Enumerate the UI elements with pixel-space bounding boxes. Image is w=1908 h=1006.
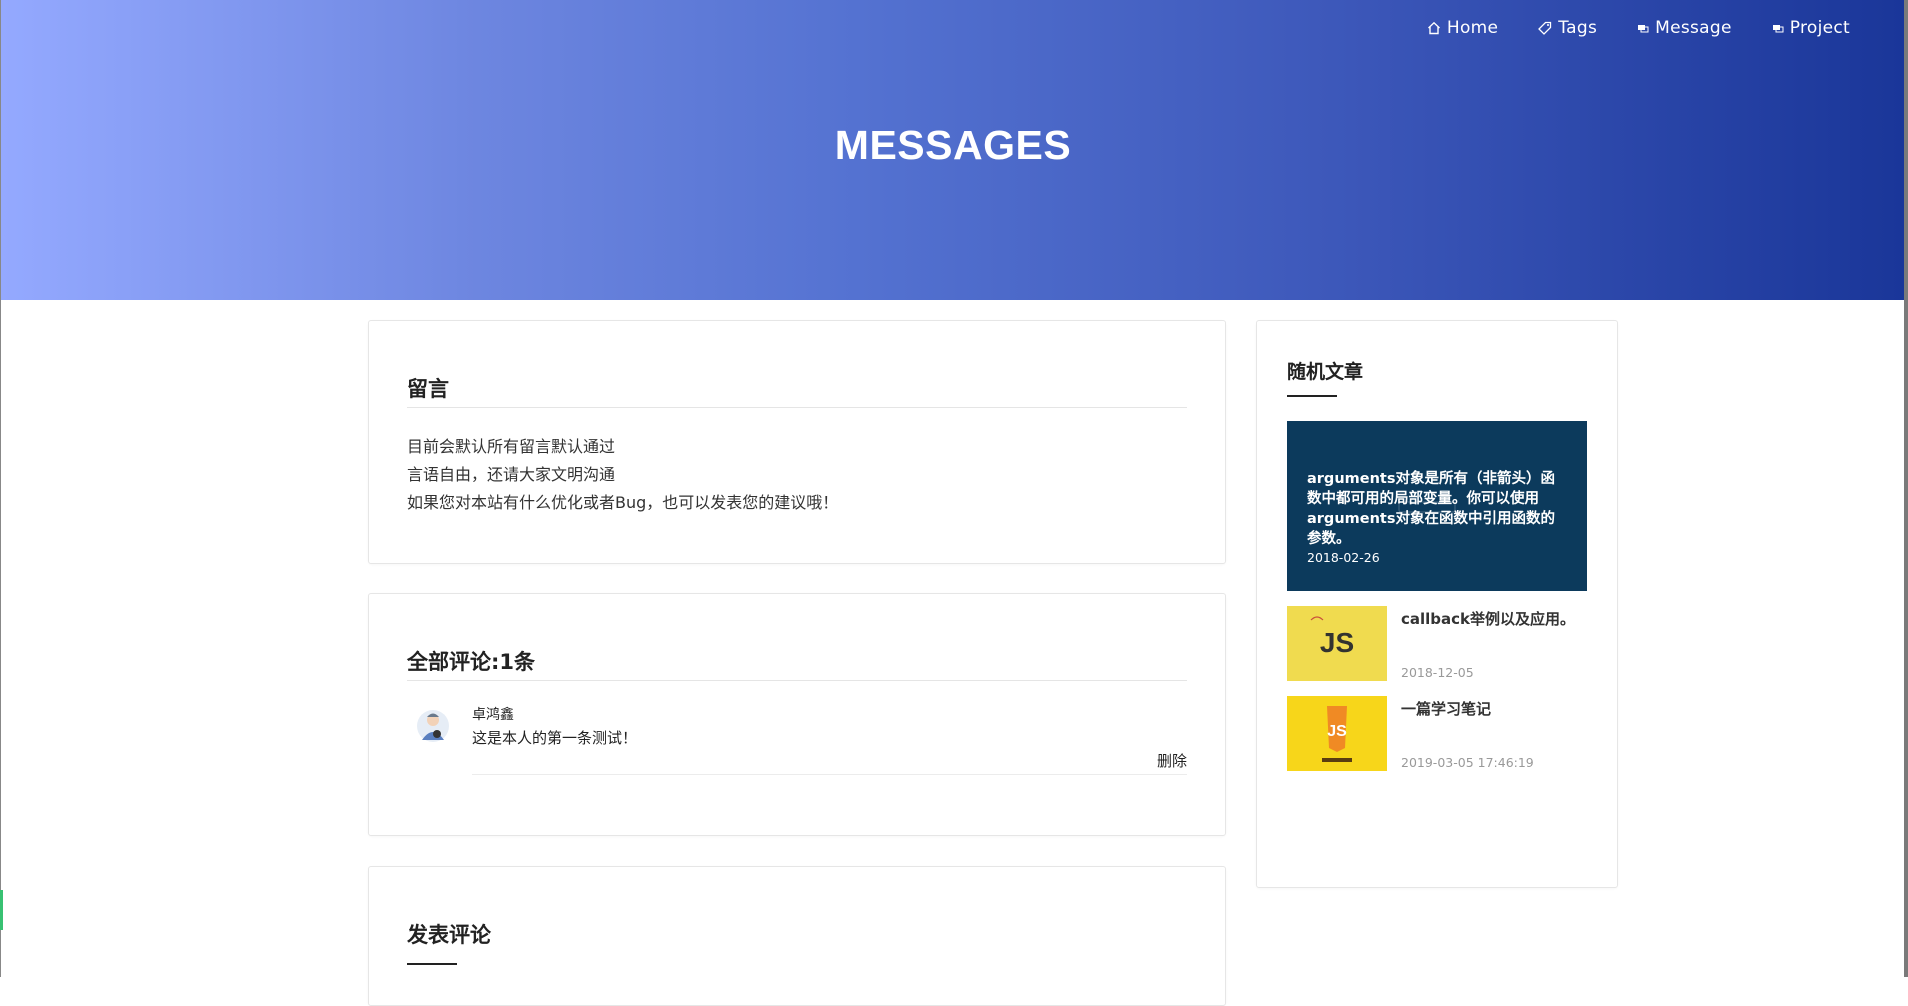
compose-title-underline — [407, 963, 457, 965]
sidebar-title: 随机文章 — [1287, 361, 1364, 383]
header-banner: Home Tags Message Project MESSAGES — [1, 0, 1905, 300]
js-shield-thumbnail-icon: JS — [1287, 696, 1387, 771]
project-icon — [1772, 25, 1784, 33]
tag-icon — [1538, 21, 1552, 35]
comment-divider — [472, 774, 1187, 775]
random-post-item[interactable]: JS callback举例以及应用。 2018-12-05 — [1287, 606, 1587, 682]
delete-comment-button[interactable]: 删除 — [1157, 750, 1187, 771]
random-post-title[interactable]: 一篇学习笔记 — [1401, 698, 1587, 719]
comments-divider — [407, 680, 1187, 681]
nav-tags[interactable]: Tags — [1538, 18, 1597, 38]
nav-tags-label: Tags — [1558, 18, 1598, 38]
nav-home[interactable]: Home — [1427, 18, 1498, 38]
notice-line: 言语自由，还请大家文明沟通 — [407, 465, 616, 484]
top-nav: Home Tags Message Project — [1427, 18, 1850, 38]
compose-card: 发表评论 — [368, 866, 1226, 1006]
js-thumbnail-icon: JS — [1287, 606, 1387, 681]
comments-title: 全部评论:1条 — [407, 650, 536, 674]
featured-post-date: 2018-02-26 — [1307, 550, 1380, 565]
featured-post[interactable]: arguments对象是所有（非箭头）函数中都可用的局部变量。你可以使用argu… — [1287, 421, 1587, 591]
home-icon — [1427, 21, 1440, 35]
window-edge-marker — [0, 890, 3, 930]
user-avatar[interactable] — [415, 706, 451, 746]
page-title: MESSAGES — [834, 122, 1072, 168]
comment-author[interactable]: 卓鸿鑫 — [472, 704, 514, 724]
window-edge — [0, 0, 1, 977]
svg-text:JS: JS — [1327, 723, 1347, 740]
notice-divider — [407, 407, 1187, 408]
nav-project[interactable]: Project — [1772, 18, 1850, 38]
random-posts-sidebar: 随机文章 arguments对象是所有（非箭头）函数中都可用的局部变量。你可以使… — [1256, 320, 1618, 888]
random-post-date: 2018-12-05 — [1401, 665, 1474, 680]
message-icon — [1638, 25, 1649, 33]
notice-card: 留言 目前会默认所有留言默认通过 言语自由，还请大家文明沟通 如果您对本站有什么… — [368, 320, 1226, 564]
nav-home-label: Home — [1446, 18, 1499, 38]
featured-post-title: arguments对象是所有（非箭头）函数中都可用的局部变量。你可以使用argu… — [1307, 471, 1555, 547]
comments-card: 全部评论:1条 卓鸿鑫 这是本人的第一条测试！ 删除 — [368, 593, 1226, 836]
notice-line: 如果您对本站有什么优化或者Bug，也可以发表您的建议哦！ — [407, 493, 839, 512]
scrollbar[interactable] — [1904, 0, 1908, 977]
random-post-title[interactable]: callback举例以及应用。 — [1401, 608, 1587, 629]
nav-message-label: Message — [1655, 18, 1732, 38]
notice-line: 目前会默认所有留言默认通过 — [407, 437, 616, 456]
svg-text:JS: JS — [1320, 627, 1354, 658]
comment-text: 这是本人的第一条测试！ — [472, 729, 638, 747]
nav-project-label: Project — [1789, 18, 1850, 38]
random-post-date: 2019-03-05 17:46:19 — [1401, 755, 1534, 770]
sidebar-title-underline — [1287, 395, 1337, 397]
nav-message[interactable]: Message — [1637, 18, 1732, 38]
random-post-item[interactable]: JS 一篇学习笔记 2019-03-05 17:46:19 — [1287, 696, 1587, 772]
notice-title: 留言 — [407, 377, 449, 401]
compose-title: 发表评论 — [407, 923, 491, 947]
